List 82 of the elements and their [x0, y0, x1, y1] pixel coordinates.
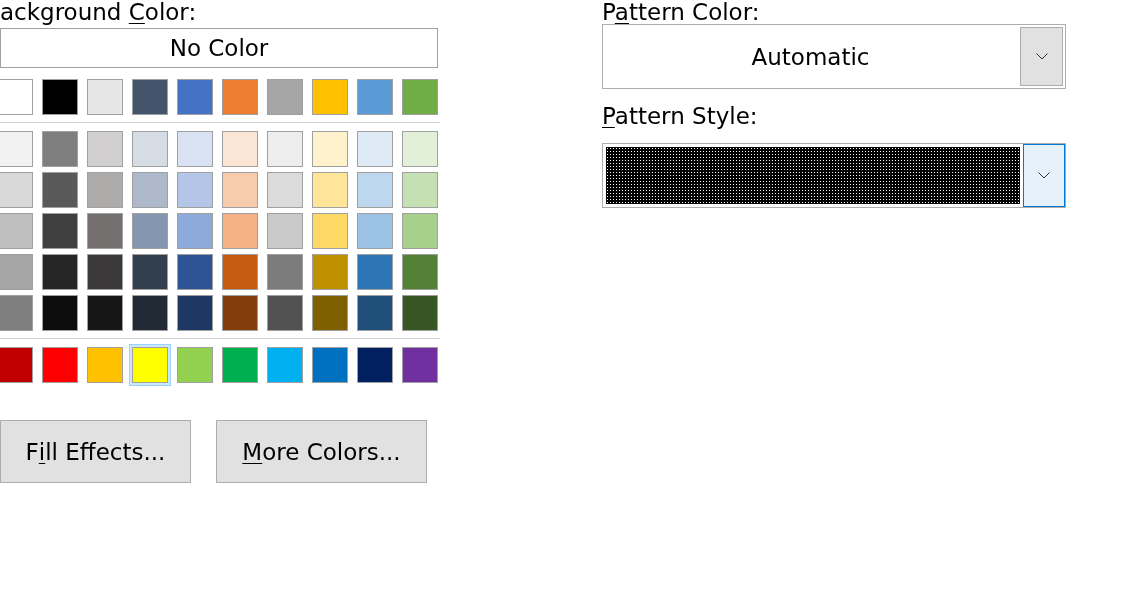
color-swatch[interactable] [177, 131, 213, 167]
dialog-button[interactable]: Fill Effects... [0, 420, 191, 483]
color-swatch[interactable] [357, 347, 393, 383]
color-swatch[interactable] [132, 254, 168, 290]
color-swatch[interactable] [177, 213, 213, 249]
color-swatch[interactable] [0, 213, 33, 249]
color-swatch[interactable] [312, 347, 348, 383]
pattern-style-dropdown[interactable] [602, 143, 1066, 208]
chevron-down-icon [1035, 53, 1048, 60]
color-swatch[interactable] [0, 172, 33, 208]
color-swatch[interactable] [312, 79, 348, 115]
color-swatch[interactable] [267, 131, 303, 167]
color-swatch[interactable] [177, 79, 213, 115]
color-swatch[interactable] [357, 172, 393, 208]
color-swatch[interactable] [42, 347, 78, 383]
color-swatch[interactable] [222, 172, 258, 208]
color-swatch[interactable] [87, 131, 123, 167]
color-swatch[interactable] [312, 295, 348, 331]
color-swatch[interactable] [87, 347, 123, 383]
color-swatch[interactable] [177, 347, 213, 383]
color-swatch[interactable] [312, 131, 348, 167]
field-label: Pattern Color: [602, 0, 760, 24]
color-swatch[interactable] [87, 213, 123, 249]
color-swatch[interactable] [357, 131, 393, 167]
color-swatch[interactable] [357, 213, 393, 249]
color-swatch[interactable] [357, 79, 393, 115]
color-swatch[interactable] [129, 344, 171, 386]
chevron-down-icon [1038, 172, 1050, 179]
color-swatch[interactable] [402, 79, 438, 115]
color-swatch[interactable] [222, 254, 258, 290]
color-swatch[interactable] [357, 295, 393, 331]
dialog-button[interactable]: More Colors... [216, 420, 427, 483]
color-swatch[interactable] [402, 172, 438, 208]
color-swatch[interactable] [402, 213, 438, 249]
color-swatch[interactable] [0, 254, 33, 290]
color-swatch[interactable] [177, 254, 213, 290]
color-swatch[interactable] [267, 254, 303, 290]
color-swatch[interactable] [222, 79, 258, 115]
field-label: Pattern Style: [602, 102, 758, 131]
color-swatch[interactable] [222, 295, 258, 331]
pattern-color-dropdown[interactable]: Automatic [602, 24, 1066, 89]
color-swatch[interactable] [0, 131, 33, 167]
color-swatch[interactable] [402, 254, 438, 290]
color-swatch[interactable] [132, 213, 168, 249]
color-swatch[interactable] [402, 131, 438, 167]
color-swatch[interactable] [87, 79, 123, 115]
color-swatch[interactable] [132, 131, 168, 167]
color-swatch[interactable] [222, 131, 258, 167]
color-swatch[interactable] [267, 79, 303, 115]
color-swatch[interactable] [42, 131, 78, 167]
color-swatch[interactable] [177, 295, 213, 331]
color-swatch[interactable] [87, 254, 123, 290]
color-swatch[interactable] [267, 295, 303, 331]
color-swatch[interactable] [42, 172, 78, 208]
dropdown-button[interactable] [1023, 144, 1065, 207]
color-swatch[interactable] [42, 79, 78, 115]
color-swatch[interactable] [132, 295, 168, 331]
color-swatch[interactable] [267, 347, 303, 383]
color-swatch[interactable] [402, 295, 438, 331]
color-swatch[interactable] [132, 172, 168, 208]
dropdown-button[interactable] [1020, 27, 1063, 86]
color-swatch[interactable] [357, 254, 393, 290]
color-swatch[interactable] [42, 295, 78, 331]
color-swatch[interactable] [222, 213, 258, 249]
color-swatch[interactable] [222, 347, 258, 383]
color-swatch[interactable] [42, 213, 78, 249]
color-swatch[interactable] [312, 213, 348, 249]
color-swatch[interactable] [42, 254, 78, 290]
color-swatch[interactable] [267, 172, 303, 208]
color-swatch[interactable] [177, 172, 213, 208]
color-swatch[interactable] [312, 254, 348, 290]
color-swatch[interactable] [132, 79, 168, 115]
color-swatch[interactable] [267, 213, 303, 249]
color-swatch[interactable] [402, 347, 438, 383]
color-swatch[interactable] [0, 347, 33, 383]
color-swatch[interactable] [0, 79, 33, 115]
field-label: ackground Color: [0, 0, 197, 24]
color-swatch[interactable] [87, 295, 123, 331]
no-color-button[interactable]: No Color [0, 28, 438, 68]
color-swatch[interactable] [312, 172, 348, 208]
color-swatch[interactable] [0, 295, 33, 331]
color-swatch[interactable] [87, 172, 123, 208]
